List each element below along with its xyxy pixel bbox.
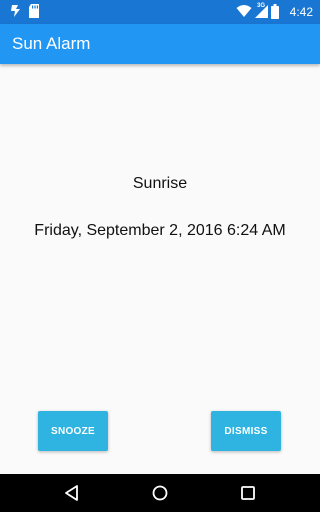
sd-card-icon <box>29 4 39 18</box>
status-time: 4:42 <box>289 5 313 19</box>
event-date-time: Friday, September 2, 2016 6:24 AM <box>34 222 286 239</box>
home-icon[interactable] <box>150 483 170 503</box>
event-label: Sunrise <box>132 175 188 192</box>
wifi-icon <box>236 5 252 17</box>
app-notification-icon <box>11 5 20 17</box>
status-bar: 3G 4:42 <box>0 0 320 24</box>
alarm-content: Sunrise Friday, September 2, 2016 6:24 A… <box>0 64 320 474</box>
navigation-bar <box>0 474 320 512</box>
recents-icon[interactable] <box>238 483 258 503</box>
app-bar: Sun Alarm <box>0 24 320 64</box>
back-icon[interactable] <box>62 483 82 503</box>
dismiss-button[interactable]: DISMISS <box>211 411 281 451</box>
battery-icon <box>271 4 279 19</box>
cell-signal-icon <box>255 5 268 18</box>
app-title: Sun Alarm <box>12 34 91 53</box>
snooze-button[interactable]: SNOOZE <box>38 411 108 451</box>
